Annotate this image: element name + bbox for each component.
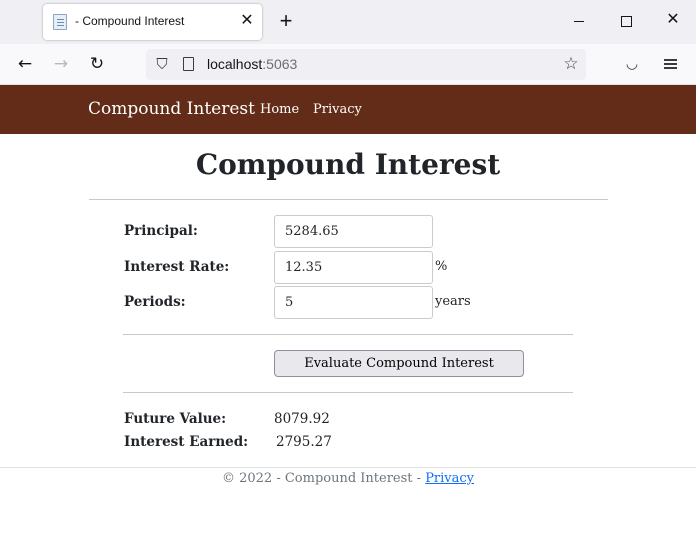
shield-icon[interactable]: ⛉ <box>154 55 170 73</box>
periods-suffix: years <box>435 294 471 309</box>
navbar-brand[interactable]: Compound Interest <box>88 99 255 119</box>
results-divider <box>123 392 573 393</box>
new-tab-icon[interactable]: + <box>275 8 297 34</box>
footer-text: © 2022 - Compound Interest - <box>221 471 426 486</box>
page-favicon-icon <box>53 14 67 30</box>
nav-link-home[interactable]: Home <box>260 102 299 117</box>
interest-earned-value: 2795.27 <box>276 434 332 450</box>
bookmark-star-icon[interactable]: ☆ <box>561 54 581 74</box>
window-close-icon[interactable]: ✕ <box>663 10 683 30</box>
interest-earned-label: Interest Earned: <box>124 434 249 450</box>
footer-privacy-link[interactable]: Privacy <box>425 471 474 486</box>
principal-input[interactable]: 5284.65 <box>274 215 433 248</box>
interest-rate-input[interactable]: 12.35 <box>274 251 433 284</box>
url-text[interactable]: localhost:5063 <box>207 56 297 72</box>
form-divider <box>123 334 573 335</box>
periods-input[interactable]: 5 <box>274 286 433 319</box>
window-minimize-icon[interactable] <box>569 10 589 30</box>
site-navbar: Compound Interest Home Privacy <box>0 85 696 134</box>
page-info-icon[interactable] <box>183 57 194 71</box>
periods-label: Periods: <box>124 294 186 310</box>
future-value: 8079.92 <box>274 411 330 427</box>
browser-toolbar: ← → ↻ ⛉ localhost:5063 ☆ ◡ <box>0 44 696 85</box>
tab-close-icon[interactable]: ✕ <box>239 12 255 30</box>
footer: © 2022 - Compound Interest - Privacy <box>0 471 696 486</box>
footer-divider <box>0 467 696 468</box>
interest-rate-suffix: % <box>435 259 448 274</box>
pocket-icon[interactable]: ◡ <box>624 56 640 72</box>
url-host: localhost <box>207 56 263 72</box>
browser-tab[interactable]: - Compound Interest ✕ <box>43 4 262 40</box>
tab-title: - Compound Interest <box>75 14 185 28</box>
title-divider <box>89 199 608 200</box>
interest-rate-label: Interest Rate: <box>124 259 230 275</box>
back-arrow-icon[interactable]: ← <box>13 52 37 76</box>
url-port: :5063 <box>262 56 298 72</box>
window-maximize-icon[interactable] <box>616 10 636 30</box>
address-bar[interactable]: ⛉ localhost:5063 ☆ <box>146 49 586 80</box>
evaluate-button[interactable]: Evaluate Compound Interest <box>274 350 524 377</box>
principal-label: Principal: <box>124 223 198 239</box>
future-value-label: Future Value: <box>124 411 227 427</box>
nav-link-privacy[interactable]: Privacy <box>313 102 362 117</box>
hamburger-menu-icon[interactable] <box>662 56 680 72</box>
page-title: Compound Interest <box>195 148 501 181</box>
reload-icon[interactable]: ↻ <box>85 52 109 76</box>
browser-tabstrip: - Compound Interest ✕ + ✕ <box>0 0 696 44</box>
forward-arrow-icon[interactable]: → <box>49 52 73 76</box>
